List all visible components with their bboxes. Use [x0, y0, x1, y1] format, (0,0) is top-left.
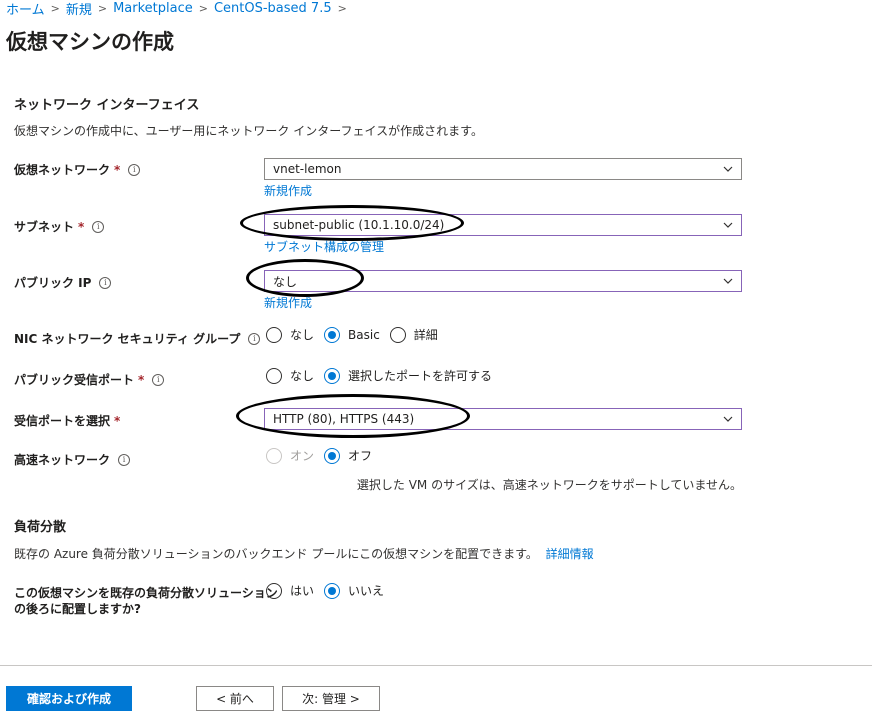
nic-nsg-label: NIC ネットワーク セキュリティ グループ i: [14, 330, 261, 347]
public-inbound-ports-label: パブリック受信ポート * i: [14, 371, 165, 388]
chevron-down-icon: [723, 416, 733, 422]
chevron-down-icon: [723, 278, 733, 284]
page-title: 仮想マシンの作成: [6, 30, 174, 54]
accel-on-label: オン: [290, 449, 315, 463]
required-mark: *: [114, 413, 121, 428]
breadcrumb-marketplace[interactable]: Marketplace: [113, 1, 193, 16]
accelerated-networking-label: 高速ネットワーク i: [14, 451, 131, 468]
breadcrumb-centos[interactable]: CentOS-based 7.5: [214, 1, 332, 16]
lb-no-radio[interactable]: [324, 582, 341, 599]
footer-divider: [0, 665, 872, 666]
network-interface-description: 仮想マシンの作成中に、ユーザー用にネットワーク インターフェイスが作成されます。: [14, 124, 483, 138]
info-icon[interactable]: i: [99, 276, 112, 289]
public-ip-label: パブリック IP i: [14, 274, 112, 291]
chevron-right-icon: >: [198, 1, 208, 15]
nic-nsg-none-label: なし: [290, 328, 315, 342]
chevron-down-icon: [723, 166, 733, 172]
chevron-right-icon: >: [337, 1, 347, 15]
nic-nsg-none-radio[interactable]: [266, 326, 282, 343]
accel-off-radio[interactable]: [324, 447, 341, 464]
load-balancer-question-line2: の後ろに配置しますか?: [14, 602, 141, 616]
chevron-right-icon: >: [97, 1, 108, 15]
nic-nsg-radio-group: なし Basic 詳細: [266, 326, 448, 343]
vnet-label: 仮想ネットワーク * i: [14, 161, 141, 178]
info-icon[interactable]: i: [128, 163, 141, 176]
subnet-label: サブネット * i: [14, 218, 105, 235]
learn-more-link[interactable]: 詳細情報: [546, 547, 594, 561]
required-mark: *: [78, 219, 85, 234]
subnet-manage-link[interactable]: サブネット構成の管理: [264, 238, 384, 255]
lb-no-label: いいえ: [348, 584, 385, 598]
vnet-create-new-link[interactable]: 新規作成: [264, 182, 312, 199]
lb-yes-label: はい: [290, 584, 315, 598]
breadcrumb-home[interactable]: ホーム: [6, 0, 45, 18]
required-mark: *: [138, 372, 145, 387]
load-balancing-description: 既存の Azure 負荷分散ソリューションのバックエンド プールにこの仮想マシン…: [14, 547, 594, 561]
subnet-select[interactable]: subnet-public (10.1.10.0/24): [264, 214, 742, 236]
subnet-select-value: subnet-public (10.1.10.0/24): [273, 218, 445, 232]
nic-nsg-basic-label: Basic: [348, 327, 380, 342]
accelerated-networking-note: 選択した VM のサイズは、高速ネットワークをサポートしていません。: [356, 478, 742, 492]
vnet-select-value: vnet-lemon: [273, 162, 342, 176]
breadcrumb-new[interactable]: 新規: [66, 0, 92, 18]
info-icon[interactable]: i: [118, 453, 131, 466]
public-ip-select[interactable]: なし: [264, 270, 742, 292]
accel-off-label: オフ: [348, 449, 373, 463]
public-ports-none-radio[interactable]: [266, 367, 282, 384]
load-balancing-heading: 負荷分散: [14, 520, 67, 535]
vnet-select[interactable]: vnet-lemon: [264, 158, 742, 180]
public-inbound-ports-radio-group: なし 選択したポートを許可する: [266, 367, 502, 384]
info-icon[interactable]: i: [152, 373, 165, 386]
public-ports-allow-selected-label: 選択したポートを許可する: [348, 369, 493, 383]
inbound-ports-select-value: HTTP (80), HTTPS (443): [273, 412, 415, 426]
public-ip-select-value: なし: [273, 274, 298, 289]
network-interface-heading: ネットワーク インターフェイス: [14, 98, 200, 113]
next-management-button[interactable]: 次: 管理 >: [282, 686, 380, 711]
nic-nsg-advanced-label: 詳細: [413, 328, 438, 342]
load-balancer-question-label: この仮想マシンを既存の負荷分散ソリューション の後ろに配置しますか?: [14, 585, 278, 617]
nic-nsg-basic-radio[interactable]: [324, 326, 341, 343]
chevron-down-icon: [723, 222, 733, 228]
public-ip-create-new-link[interactable]: 新規作成: [264, 294, 312, 311]
load-balancer-radio-group: はい いいえ: [266, 582, 394, 599]
lb-yes-radio[interactable]: [266, 582, 282, 599]
review-create-button[interactable]: 確認および作成: [6, 686, 132, 711]
inbound-ports-select[interactable]: HTTP (80), HTTPS (443): [264, 408, 742, 430]
previous-button[interactable]: < 前へ: [196, 686, 274, 711]
required-mark: *: [114, 162, 121, 177]
info-icon[interactable]: i: [248, 332, 261, 345]
load-balancer-question-line1: この仮想マシンを既存の負荷分散ソリューション: [14, 586, 278, 600]
inbound-ports-label: 受信ポートを選択 *: [14, 413, 121, 429]
accel-on-radio: [266, 447, 282, 464]
breadcrumb: ホーム > 新規 > Marketplace > CentOS-based 7.…: [6, 0, 353, 18]
accelerated-networking-radio-group: オン オフ: [266, 447, 382, 464]
info-icon[interactable]: i: [92, 220, 105, 233]
public-ports-allow-selected-radio[interactable]: [324, 367, 341, 384]
public-ports-none-label: なし: [290, 369, 315, 383]
nic-nsg-advanced-radio[interactable]: [389, 326, 406, 343]
chevron-right-icon: >: [50, 1, 60, 15]
